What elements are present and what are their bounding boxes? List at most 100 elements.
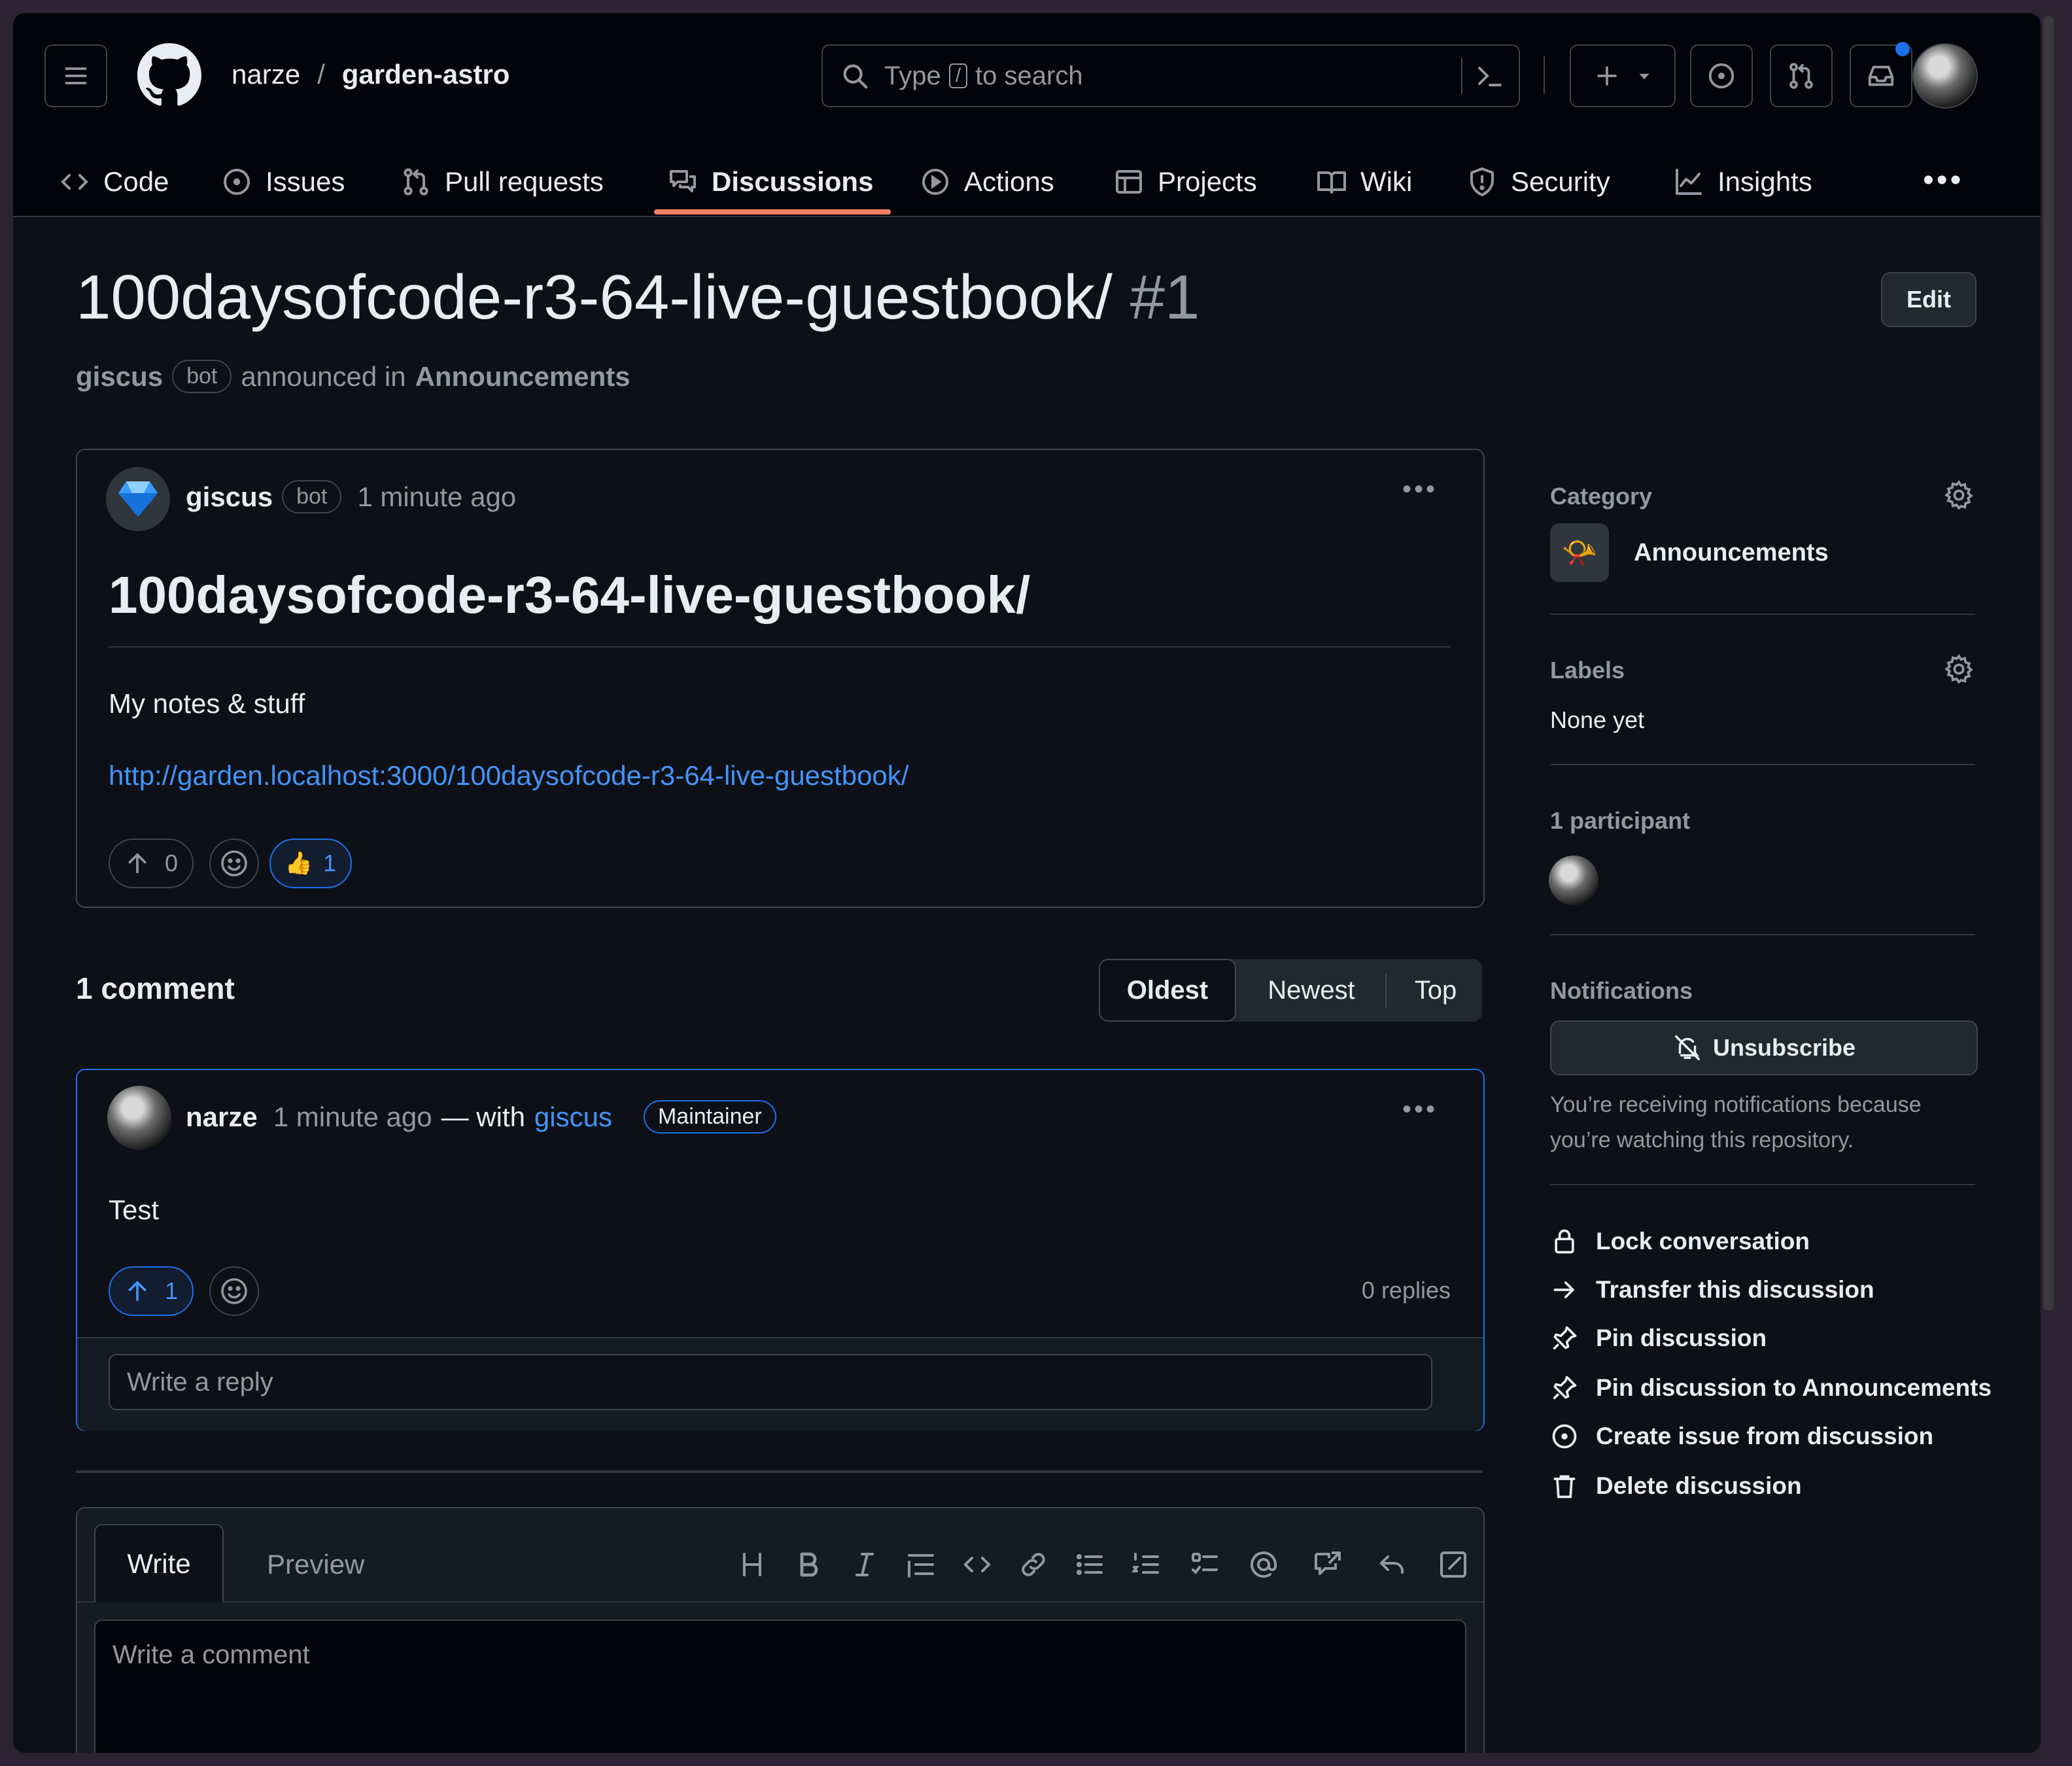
bot-badge: bot	[282, 480, 342, 513]
transfer-discussion-action[interactable]: Transfer this discussion	[1550, 1275, 1874, 1304]
discussion-post: giscus bot 1 minute ago ••• 100daysofcod…	[76, 449, 1485, 908]
post-body: My notes & stuff	[109, 688, 305, 719]
action-label: Lock conversation	[1596, 1228, 1810, 1255]
heading-icon[interactable]	[736, 1549, 768, 1584]
upvote-button[interactable]: 0	[109, 839, 194, 888]
pull-requests-button[interactable]	[1770, 44, 1833, 107]
menu-button[interactable]	[44, 44, 107, 107]
tab-selected-underline	[654, 209, 891, 215]
tab-label: Actions	[964, 166, 1054, 197]
cross-reference-icon[interactable]	[1312, 1549, 1343, 1584]
github-logo-icon[interactable]	[137, 43, 201, 107]
create-new-button[interactable]	[1570, 44, 1676, 107]
pull-request-icon	[1789, 63, 1813, 89]
delete-discussion-action[interactable]: Delete discussion	[1550, 1472, 1802, 1500]
participants-heading: 1 participant	[1550, 807, 1691, 834]
trash-icon	[1553, 1475, 1576, 1498]
user-avatar[interactable]	[1912, 43, 1978, 109]
task-list-icon[interactable]	[1189, 1549, 1220, 1584]
discussion-icon	[670, 170, 696, 192]
tab-wiki[interactable]: Wiki	[1316, 149, 1412, 215]
shield-icon	[1470, 167, 1494, 196]
action-label: Pin discussion to Announcements	[1596, 1374, 1992, 1401]
pull-request-icon	[404, 168, 428, 196]
tab-label: Issues	[266, 166, 345, 197]
graph-icon	[1676, 169, 1702, 195]
add-reaction-button[interactable]	[209, 839, 259, 888]
post-time[interactable]: 1 minute ago	[357, 481, 516, 513]
lock-conversation-action[interactable]: Lock conversation	[1550, 1227, 1810, 1256]
labels-gear-icon[interactable]	[1943, 653, 1975, 685]
tab-discussions[interactable]: Discussions	[667, 149, 873, 215]
inbox-icon	[1868, 65, 1894, 86]
sidebar-category-link[interactable]: Announcements	[1634, 539, 1829, 567]
repo-owner-link[interactable]: narze	[232, 59, 300, 90]
code-icon[interactable]	[961, 1549, 993, 1584]
arrow-right-icon	[1553, 1281, 1575, 1298]
bot-badge: bot	[172, 360, 232, 393]
search-input[interactable]: Type / to search	[821, 44, 1520, 107]
comment-body: Test	[109, 1194, 160, 1225]
tab-issues[interactable]: Issues	[221, 149, 345, 215]
giscus-link[interactable]: giscus	[534, 1101, 612, 1133]
post-author[interactable]: giscus	[186, 481, 273, 513]
tab-pull-requests[interactable]: Pull requests	[400, 149, 604, 215]
comment-menu-button[interactable]: •••	[1402, 1095, 1438, 1124]
bulleted-list-icon[interactable]	[1074, 1549, 1105, 1584]
numbered-list-icon[interactable]	[1130, 1549, 1162, 1584]
comment-placeholder: Write a comment	[112, 1640, 310, 1669]
comment-upvote-button[interactable]: 1	[109, 1266, 194, 1316]
lock-icon	[1555, 1229, 1574, 1254]
post-link[interactable]: http://garden.localhost:3000/100daysofco…	[109, 760, 908, 791]
link-icon[interactable]	[1018, 1549, 1049, 1584]
sort-oldest[interactable]: Oldest	[1099, 959, 1236, 1022]
bold-icon[interactable]	[793, 1549, 824, 1584]
post-menu-button[interactable]: •••	[1402, 475, 1438, 504]
tab-write[interactable]: Write	[94, 1524, 224, 1602]
sort-newest[interactable]: Newest	[1240, 959, 1383, 1022]
tab-actions[interactable]: Actions	[920, 149, 1054, 215]
sort-top[interactable]: Top	[1389, 959, 1482, 1022]
pin-to-category-action[interactable]: Pin discussion to Announcements	[1550, 1374, 1992, 1402]
italic-icon[interactable]	[849, 1549, 880, 1584]
search-suffix: to search	[975, 61, 1083, 90]
create-issue-action[interactable]: Create issue from discussion	[1550, 1422, 1933, 1451]
tab-security[interactable]: Security	[1466, 149, 1610, 215]
mention-icon[interactable]	[1248, 1549, 1279, 1584]
tab-code[interactable]: Code	[59, 149, 169, 215]
reply-input[interactable]: Write a reply	[109, 1354, 1432, 1410]
comment-avatar[interactable]	[107, 1086, 171, 1150]
edit-button[interactable]: Edit	[1881, 272, 1977, 327]
comment-time[interactable]: 1 minute ago	[273, 1101, 432, 1133]
comment-textarea[interactable]: Write a comment	[94, 1619, 1466, 1753]
category-gear-icon[interactable]	[1943, 479, 1975, 511]
gem-icon	[118, 481, 158, 517]
fullscreen-icon[interactable]	[1438, 1549, 1469, 1584]
category-link[interactable]: Announcements	[415, 361, 630, 392]
thumbs-up-reaction[interactable]: 👍 1	[269, 839, 352, 888]
action-label: Transfer this discussion	[1596, 1276, 1874, 1303]
add-reaction-button[interactable]	[209, 1266, 259, 1316]
command-palette-icon[interactable]	[1474, 60, 1506, 92]
more-tabs-button[interactable]: •••	[1923, 162, 1963, 198]
issues-button[interactable]	[1690, 44, 1753, 107]
discussion-author[interactable]: giscus	[76, 361, 163, 392]
comment-author[interactable]: narze	[186, 1101, 258, 1133]
quote-icon[interactable]	[905, 1549, 937, 1584]
reply-icon[interactable]	[1376, 1549, 1407, 1584]
discussion-title: 100daysofcode-r3-64-live-guestbook/	[76, 262, 1113, 332]
tab-projects[interactable]: Projects	[1113, 149, 1257, 215]
tab-preview[interactable]: Preview	[267, 1549, 364, 1580]
plus-icon	[1597, 66, 1617, 86]
tab-label: Discussions	[712, 166, 874, 197]
labels-value: None yet	[1550, 706, 1645, 733]
unsubscribe-button[interactable]: Unsubscribe	[1550, 1020, 1978, 1075]
tab-insights[interactable]: Insights	[1673, 149, 1812, 215]
repo-name-link[interactable]: garden-astro	[342, 59, 510, 90]
issue-icon	[1552, 1424, 1577, 1449]
tab-label: Projects	[1158, 166, 1257, 197]
participant-avatar[interactable]	[1549, 856, 1598, 905]
arrow-up-icon	[128, 853, 147, 874]
pin-discussion-action[interactable]: Pin discussion	[1550, 1324, 1767, 1353]
page-scrollbar[interactable]	[2043, 16, 2054, 1311]
